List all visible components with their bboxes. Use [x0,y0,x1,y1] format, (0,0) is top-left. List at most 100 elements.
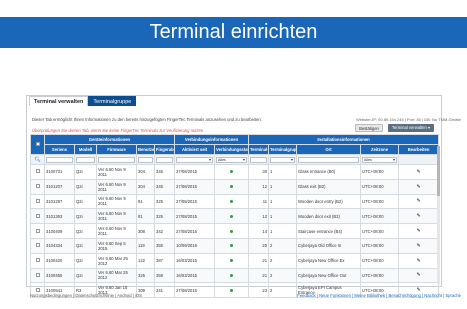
filter-connection-status[interactable]: Alles [214,154,250,165]
cell-users: 91 [136,208,155,225]
cell-location: Wooden door entry (B2) [296,193,362,210]
row-checkbox[interactable] [35,287,40,292]
col-users[interactable]: Benutzeranzahl [136,144,155,155]
cell-terminal-group: 1 [268,193,298,210]
filter-terminal-id[interactable] [248,154,270,165]
table-row[interactable]: 3101207 Q2i Ver 6.60 Nov 9 2011 304 345 27/08… [30,178,440,195]
group-header-installation: Installationsinformationen [248,134,440,145]
scrollbar-thumb[interactable] [437,146,440,196]
cell-select[interactable] [30,193,45,210]
cell-edit[interactable]: ✎ [398,164,440,180]
group-header-connection: Verbindungsinformationen [174,134,250,145]
cell-fingerprint: 325 [153,208,176,225]
col-firmware[interactable]: Firmware [96,144,137,155]
col-active-since[interactable]: Aktiviert seit [174,144,216,155]
cell-model: Q2i [74,178,97,195]
row-checkbox[interactable] [35,228,40,233]
table-scrollbar[interactable] [437,146,440,284]
cell-active-since: 27/08/2015 [174,193,216,210]
status-online-icon [230,273,234,277]
table-row[interactable]: 3100420 Q2i Ver 6.60 Mar 25 2012 122 387 16/0… [30,252,440,269]
edit-pencil-icon[interactable]: ✎ [416,243,420,249]
cell-serial: 3101297 [44,193,75,210]
cell-select[interactable] [30,267,45,284]
cell-select[interactable] [30,208,45,225]
filter-active-since[interactable] [174,154,216,165]
select-all-checkbox[interactable] [35,142,40,146]
manage-terminal-button[interactable]: Terminal verwalten ▾ [388,124,434,132]
edit-pencil-icon[interactable]: ✎ [416,184,420,190]
cell-edit[interactable]: ✎ [398,252,440,269]
cell-model: Q2i [74,252,97,269]
col-model[interactable]: Modell [74,144,97,155]
filter-terminal-group[interactable] [268,154,298,165]
cell-terminal-group: 2 [268,252,298,269]
row-checkbox[interactable] [35,184,40,189]
table-row[interactable]: 3101393 Q2i Ver 6.60 Nov 9 2011 91 325 27/08/… [30,208,440,225]
footer-links-right[interactable]: Feedback | Neue Funktionen | Meine Bibli… [297,293,461,298]
cell-terminal-id: 20 [248,237,270,254]
cell-timezone: UTC+08:00 [360,252,400,269]
col-edit: Bearbeiten [398,144,440,155]
cell-select[interactable] [30,237,45,254]
edit-pencil-icon[interactable]: ✎ [416,258,420,264]
footer: Nutzungsbedingungen | Datenschutzrichtli… [0,293,467,303]
cell-edit[interactable]: ✎ [398,208,440,225]
row-checkbox[interactable] [35,169,40,174]
cell-select[interactable] [30,164,45,180]
edit-pencil-icon[interactable]: ✎ [416,213,420,219]
tab-manage-terminal[interactable]: Terminal verwalten [29,96,89,106]
col-timezone[interactable]: Zeitzone [360,144,400,155]
col-serial[interactable]: Seriens [44,144,75,155]
cell-fingerprint: 342 [153,223,176,239]
edit-pencil-icon[interactable]: ✎ [416,169,420,175]
cell-edit[interactable]: ✎ [398,237,440,254]
cell-terminal-id: 12 [248,178,270,195]
confirm-button[interactable]: Bestätigen [355,124,383,132]
filter-timezone[interactable]: Alles [360,154,400,165]
cell-firmware: Ver 6.60 Mar 25 2012 [96,267,137,284]
select-all-header[interactable] [30,134,45,155]
table-row[interactable]: 3101297 Q2i Ver 6.60 Nov 9 2011 91 325 27/08/… [30,193,440,210]
tab-bar: Terminal verwalten Terminalgruppe [29,96,137,106]
tab-terminal-group[interactable]: Terminalgruppe [88,96,137,106]
cell-model: Q2i [74,164,97,180]
col-terminal-group[interactable]: Terminalgruppe [268,144,298,155]
table-row[interactable]: 3100731 Q2i Ver 6.60 Nov 9 2011 304 345 27/08… [30,164,440,180]
row-checkbox[interactable] [35,198,40,203]
cell-edit[interactable]: ✎ [398,193,440,210]
col-fingerprint[interactable]: Fingerabdruck [153,144,176,155]
edit-pencil-icon[interactable]: ✎ [416,272,420,278]
col-location[interactable]: Ort [296,144,362,155]
filter-fingerprint[interactable] [153,154,176,165]
filter-model[interactable] [74,154,97,165]
col-terminal-id[interactable]: Terminal-ID [248,144,270,155]
filter-firmware[interactable] [96,154,137,165]
filter-users[interactable] [136,154,155,165]
cell-firmware: Ver 6.60 Nov 9 2011 [96,178,137,195]
table-row[interactable]: 3100409 Q2i Ver 6.60 Nov 9 2011 308 342 27/08… [30,223,440,239]
edit-pencil-icon[interactable]: ✎ [416,198,420,204]
info-text: Dieser Tab ermöglicht Ihnen Informatione… [32,117,262,122]
filter-serial[interactable] [44,154,75,165]
row-checkbox[interactable] [35,213,40,218]
row-checkbox[interactable] [35,243,40,248]
cell-select[interactable] [30,223,45,239]
row-checkbox[interactable] [35,258,40,263]
cell-connection-status [214,237,250,254]
row-checkbox[interactable] [35,272,40,277]
edit-pencil-icon[interactable]: ✎ [416,228,420,234]
cell-select[interactable] [30,252,45,269]
cell-fingerprint: 359 [153,267,176,284]
col-connection-status[interactable]: Verbindungsstatus [214,144,250,155]
cell-edit[interactable]: ✎ [398,223,440,239]
cell-edit[interactable]: ✎ [398,267,440,284]
cell-fingerprint: 345 [153,178,176,195]
cell-select[interactable] [30,178,45,195]
table-row[interactable]: 3104334 Q2i Ver 6.60 Sep 5 2015 119 355 10/09… [30,237,440,254]
footer-links-left[interactable]: Nutzungsbedingungen | Datenschutzrichtli… [30,293,142,298]
table-row[interactable]: 3100455 Q2i Ver 6.60 Mar 25 2012 325 359 16/0… [30,267,440,284]
cell-timezone: UTC+08:00 [360,267,400,284]
cell-edit[interactable]: ✎ [398,178,440,195]
filter-location[interactable] [296,154,362,165]
